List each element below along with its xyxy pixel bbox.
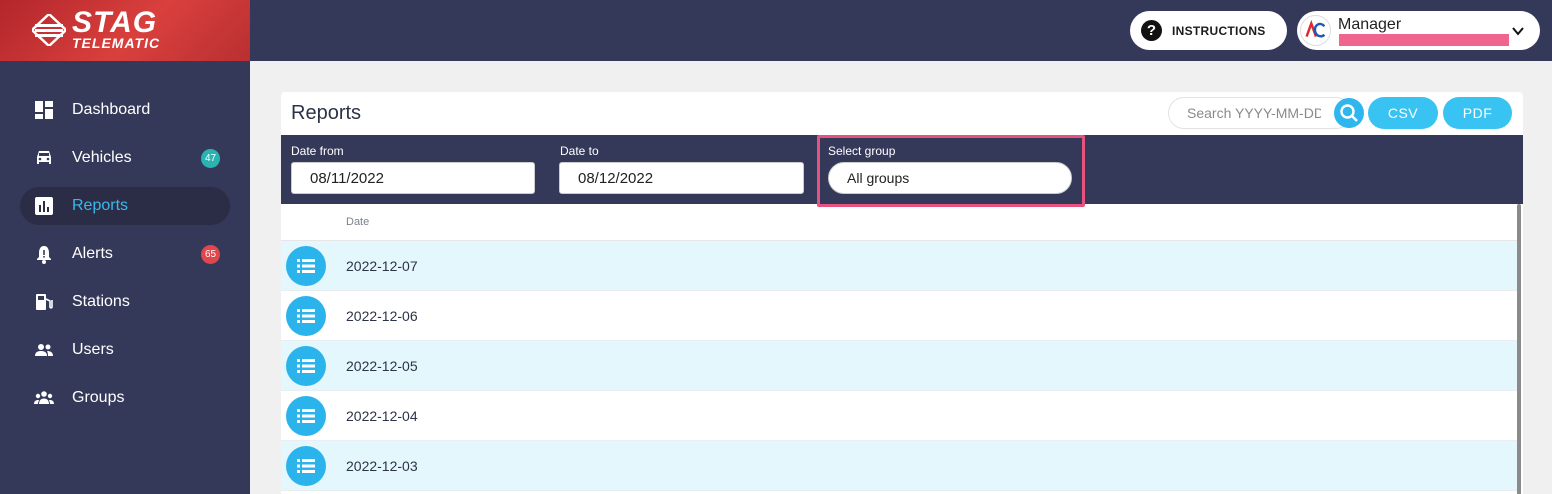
sidebar-item-label: Reports	[72, 197, 129, 214]
row-details-button[interactable]	[286, 296, 326, 336]
sidebar-item-alerts[interactable]: Alerts 65	[20, 235, 230, 273]
table-row[interactable]: 2022-12-05	[281, 341, 1517, 391]
list-icon	[297, 359, 315, 373]
instructions-button[interactable]: ? INSTRUCTIONS	[1130, 11, 1287, 50]
list-icon	[297, 459, 315, 473]
date-from-field[interactable]	[291, 162, 535, 194]
search-button[interactable]	[1334, 98, 1364, 128]
row-details-button[interactable]	[286, 396, 326, 436]
chart-icon	[35, 197, 53, 215]
sidebar-item-dashboard[interactable]: Dashboard	[20, 91, 230, 129]
table-row[interactable]: 2022-12-04	[281, 391, 1517, 441]
redacted-user-name	[1339, 34, 1509, 46]
alerts-count-badge: 65	[201, 245, 220, 264]
csv-export-button[interactable]: CSV	[1368, 97, 1438, 129]
fuel-station-icon	[36, 294, 53, 310]
pdf-export-button[interactable]: PDF	[1443, 97, 1512, 129]
sidebar-item-vehicles[interactable]: Vehicles 47	[20, 139, 230, 177]
date-to-field[interactable]	[559, 162, 804, 194]
instructions-label: INSTRUCTIONS	[1172, 24, 1266, 38]
row-date: 2022-12-07	[346, 258, 418, 274]
stag-logo-icon	[32, 14, 66, 46]
table-row[interactable]: 2022-12-03	[281, 441, 1517, 491]
row-details-button[interactable]	[286, 246, 326, 286]
sidebar-item-reports[interactable]: Reports	[20, 187, 230, 225]
sidebar-item-label: Dashboard	[72, 101, 151, 118]
sidebar-item-stations[interactable]: Stations	[20, 283, 230, 321]
sidebar-item-label: Groups	[72, 389, 125, 406]
users-icon	[35, 344, 53, 356]
row-details-button[interactable]	[286, 446, 326, 486]
sidebar-item-users[interactable]: Users	[20, 331, 230, 369]
filter-bar: Date from Date to Select group All group…	[281, 135, 1523, 207]
table-scrollbar[interactable]	[1517, 204, 1521, 494]
dashboard-icon	[35, 101, 53, 119]
bell-icon	[37, 246, 51, 264]
car-icon	[37, 151, 51, 164]
vehicles-count-badge: 47	[201, 149, 220, 168]
table-header: Date	[281, 204, 1517, 241]
brand-subtitle: TELEMATIC	[72, 35, 161, 51]
row-date: 2022-12-05	[346, 358, 418, 374]
sidebar-item-label: Stations	[72, 293, 130, 310]
row-date: 2022-12-04	[346, 408, 418, 424]
table-row[interactable]: 2022-12-06	[281, 291, 1517, 341]
top-bar: ? INSTRUCTIONS Manager	[250, 0, 1552, 61]
groups-icon	[34, 391, 54, 404]
sidebar-item-label: Alerts	[72, 245, 113, 262]
group-select[interactable]: All groups	[828, 162, 1072, 194]
brand-name: STAG	[72, 6, 158, 39]
date-from-label: Date from	[291, 144, 344, 158]
stag-logo[interactable]: STAG TELEMATIC	[0, 0, 250, 61]
page-title: Reports	[291, 102, 362, 124]
date-to-label: Date to	[560, 144, 599, 158]
row-date: 2022-12-06	[346, 308, 418, 324]
table-row[interactable]: 2022-12-07	[281, 241, 1517, 291]
sidebar: STAG TELEMATIC Dashboard Vehicles 47 Rep…	[0, 0, 250, 494]
row-details-button[interactable]	[286, 346, 326, 386]
user-role: Manager	[1338, 16, 1402, 33]
help-icon: ?	[1141, 20, 1162, 41]
reports-card: Reports CSV PDF Date from Date to Select…	[281, 92, 1523, 494]
sidebar-item-label: Vehicles	[72, 149, 132, 166]
search-input[interactable]	[1168, 97, 1352, 129]
list-icon	[297, 309, 315, 323]
reports-table: 2022-12-07 2022-12-06 2022-12-05 2022-12…	[281, 241, 1517, 491]
column-header-date: Date	[346, 216, 370, 228]
sidebar-item-groups[interactable]: Groups	[20, 379, 230, 417]
list-icon	[297, 409, 315, 423]
row-date: 2022-12-03	[346, 458, 418, 474]
search-icon	[1340, 104, 1358, 122]
avatar	[1300, 15, 1331, 46]
chevron-down-icon	[1512, 27, 1524, 36]
sidebar-item-label: Users	[72, 341, 114, 358]
group-select-label: Select group	[828, 144, 896, 158]
user-menu[interactable]: Manager	[1297, 11, 1540, 50]
sidebar-nav: Dashboard Vehicles 47 Reports Alerts 65 …	[20, 91, 230, 427]
list-icon	[297, 259, 315, 273]
